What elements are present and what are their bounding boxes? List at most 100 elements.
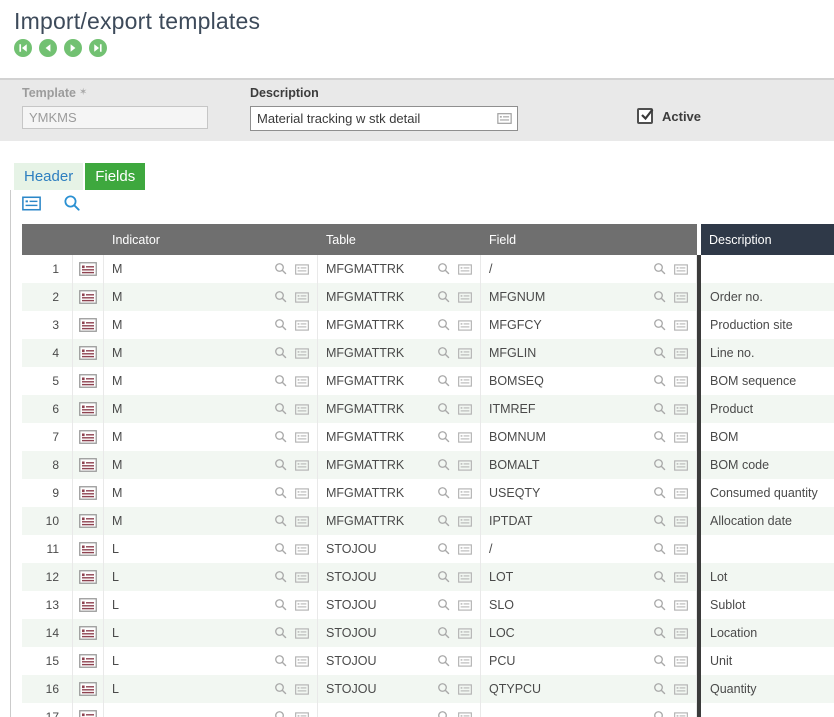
lookup-icon[interactable]: [437, 682, 451, 696]
selection-list-icon[interactable]: [458, 628, 472, 639]
selection-list-icon[interactable]: [295, 656, 309, 667]
selection-list-icon[interactable]: [295, 544, 309, 555]
lookup-icon[interactable]: [653, 374, 667, 388]
description-value[interactable]: BOM code: [701, 458, 834, 472]
selection-list-icon[interactable]: [458, 712, 472, 717]
lookup-icon[interactable]: [274, 430, 288, 444]
lookup-icon[interactable]: [274, 402, 288, 416]
field-value[interactable]: QTYPCU: [481, 682, 653, 696]
list-view-icon[interactable]: [22, 196, 41, 211]
selection-list-icon[interactable]: [295, 320, 309, 331]
table-value[interactable]: MFGMATTRK: [318, 374, 437, 388]
selection-list-icon[interactable]: [674, 320, 688, 331]
lookup-icon[interactable]: [653, 598, 667, 612]
selection-list-icon[interactable]: [674, 628, 688, 639]
field-value[interactable]: LOC: [481, 626, 653, 640]
field-value[interactable]: MFGFCY: [481, 318, 653, 332]
selection-list-icon[interactable]: [458, 264, 472, 275]
lookup-icon[interactable]: [274, 346, 288, 360]
indicator-value[interactable]: L: [104, 626, 274, 640]
lookup-icon[interactable]: [274, 710, 288, 717]
selection-list-icon[interactable]: [674, 684, 688, 695]
indicator-value[interactable]: M: [104, 402, 274, 416]
table-value[interactable]: MFGMATTRK: [318, 458, 437, 472]
indicator-value[interactable]: M: [104, 486, 274, 500]
selection-list-icon[interactable]: [674, 712, 688, 717]
description-value[interactable]: Product: [701, 402, 834, 416]
lookup-icon[interactable]: [653, 682, 667, 696]
lookup-icon[interactable]: [653, 514, 667, 528]
lookup-icon[interactable]: [274, 542, 288, 556]
lookup-icon[interactable]: [653, 290, 667, 304]
lookup-icon[interactable]: [274, 682, 288, 696]
selection-list-icon[interactable]: [458, 488, 472, 499]
lookup-icon[interactable]: [653, 654, 667, 668]
column-header-description[interactable]: Description: [701, 224, 834, 255]
selection-list-icon[interactable]: [497, 113, 512, 124]
selection-list-icon[interactable]: [295, 376, 309, 387]
row-detail-icon[interactable]: [79, 486, 97, 500]
column-header-indicator[interactable]: Indicator: [104, 224, 318, 255]
indicator-value[interactable]: M: [104, 262, 274, 276]
template-input[interactable]: [22, 106, 208, 129]
lookup-icon[interactable]: [437, 626, 451, 640]
selection-list-icon[interactable]: [458, 460, 472, 471]
description-input[interactable]: [257, 111, 497, 126]
selection-list-icon[interactable]: [458, 348, 472, 359]
lookup-icon[interactable]: [437, 570, 451, 584]
row-detail-icon[interactable]: [79, 570, 97, 584]
field-value[interactable]: BOMSEQ: [481, 374, 653, 388]
selection-list-icon[interactable]: [295, 684, 309, 695]
lookup-icon[interactable]: [274, 458, 288, 472]
lookup-icon[interactable]: [437, 346, 451, 360]
lookup-icon[interactable]: [437, 290, 451, 304]
selection-list-icon[interactable]: [295, 348, 309, 359]
description-value[interactable]: Lot: [701, 570, 834, 584]
field-value[interactable]: BOMNUM: [481, 430, 653, 444]
row-detail-icon[interactable]: [79, 514, 97, 528]
selection-list-icon[interactable]: [458, 656, 472, 667]
table-value[interactable]: MFGMATTRK: [318, 430, 437, 444]
table-value[interactable]: STOJOU: [318, 626, 437, 640]
lookup-icon[interactable]: [653, 346, 667, 360]
column-header-table[interactable]: Table: [318, 224, 481, 255]
table-value[interactable]: STOJOU: [318, 542, 437, 556]
selection-list-icon[interactable]: [674, 516, 688, 527]
selection-list-icon[interactable]: [295, 600, 309, 611]
lookup-icon[interactable]: [437, 318, 451, 332]
row-detail-icon[interactable]: [79, 654, 97, 668]
field-value[interactable]: BOMALT: [481, 458, 653, 472]
table-value[interactable]: MFGMATTRK: [318, 318, 437, 332]
row-detail-icon[interactable]: [79, 430, 97, 444]
indicator-value[interactable]: M: [104, 346, 274, 360]
lookup-icon[interactable]: [274, 598, 288, 612]
row-detail-icon[interactable]: [79, 346, 97, 360]
selection-list-icon[interactable]: [458, 600, 472, 611]
selection-list-icon[interactable]: [674, 600, 688, 611]
selection-list-icon[interactable]: [674, 376, 688, 387]
table-value[interactable]: MFGMATTRK: [318, 290, 437, 304]
description-value[interactable]: Quantity: [701, 682, 834, 696]
lookup-icon[interactable]: [437, 262, 451, 276]
description-value[interactable]: BOM sequence: [701, 374, 834, 388]
lookup-icon[interactable]: [653, 486, 667, 500]
lookup-icon[interactable]: [437, 486, 451, 500]
row-detail-icon[interactable]: [79, 374, 97, 388]
field-value[interactable]: USEQTY: [481, 486, 653, 500]
description-value[interactable]: Line no.: [701, 346, 834, 360]
indicator-value[interactable]: L: [104, 542, 274, 556]
lookup-icon[interactable]: [653, 626, 667, 640]
lookup-icon[interactable]: [653, 570, 667, 584]
indicator-value[interactable]: M: [104, 458, 274, 472]
lookup-icon[interactable]: [653, 710, 667, 717]
selection-list-icon[interactable]: [674, 404, 688, 415]
selection-list-icon[interactable]: [674, 460, 688, 471]
table-value[interactable]: MFGMATTRK: [318, 486, 437, 500]
lookup-icon[interactable]: [437, 542, 451, 556]
lookup-icon[interactable]: [274, 290, 288, 304]
table-value[interactable]: MFGMATTRK: [318, 514, 437, 528]
lookup-icon[interactable]: [653, 542, 667, 556]
table-value[interactable]: MFGMATTRK: [318, 346, 437, 360]
lookup-icon[interactable]: [653, 262, 667, 276]
lookup-icon[interactable]: [274, 374, 288, 388]
